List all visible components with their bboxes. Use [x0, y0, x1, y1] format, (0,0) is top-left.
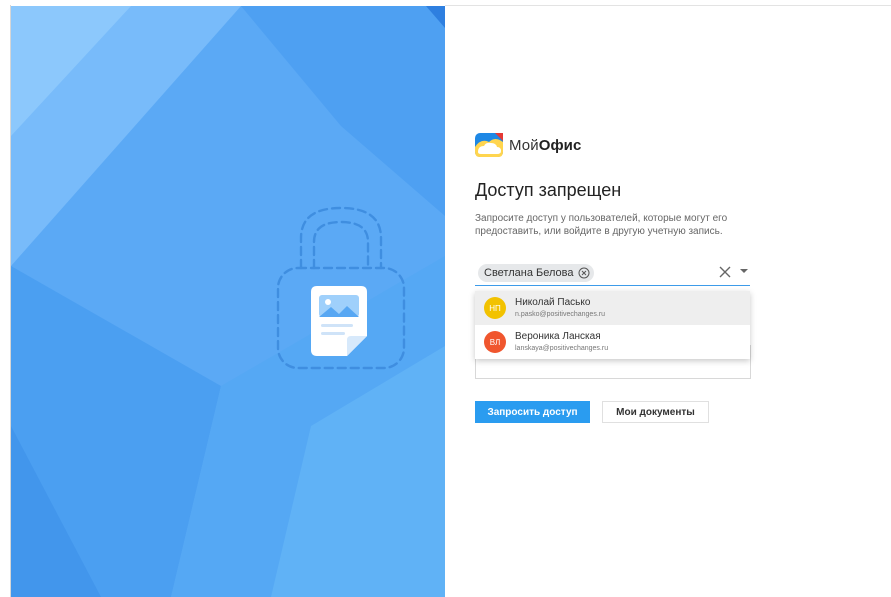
- my-documents-button[interactable]: Мои документы: [602, 401, 709, 423]
- hero-background: [11, 6, 445, 597]
- caret-down-icon[interactable]: [740, 267, 748, 275]
- recipient-chip[interactable]: Светлана Белова: [478, 264, 595, 282]
- avatar: НП: [484, 297, 506, 319]
- recipient-chip-label: Светлана Белова: [484, 267, 574, 279]
- brand-name: МойОфис: [509, 136, 582, 154]
- suggestion-email: lanskaya@positivechanges.ru: [515, 344, 609, 352]
- page-title: Доступ запрещен: [475, 180, 622, 200]
- suggestion-item[interactable]: НП Николай Пасько n.pasko@positivechange…: [475, 291, 750, 325]
- suggestion-email: n.pasko@positivechanges.ru: [515, 310, 605, 318]
- suggestion-text: Вероника Ланская lanskaya@positivechange…: [515, 331, 608, 354]
- login-window: МойОфис Доступ запрещен Запросите доступ…: [0, 0, 891, 597]
- hero-illustration-panel: [11, 6, 445, 597]
- request-access-button[interactable]: Запросить доступ: [475, 401, 590, 423]
- chip-remove-icon[interactable]: [578, 267, 590, 279]
- myoffice-logo-icon: [475, 133, 503, 157]
- suggestion-item[interactable]: ВЛ Вероника Ланская lanskaya@positivecha…: [475, 325, 750, 359]
- suggestion-text: Николай Пасько n.pasko@positivechanges.r…: [515, 297, 605, 320]
- avatar: ВЛ: [484, 331, 506, 353]
- brand-logo: МойОфис: [475, 133, 581, 157]
- suggestion-name: Николай Пасько: [515, 296, 591, 308]
- recipient-input[interactable]: Светлана Белова: [475, 262, 750, 286]
- page-description: Запросите доступ у пользователей, которы…: [475, 213, 728, 237]
- suggestions-dropdown: НП Николай Пасько n.pasko@positivechange…: [475, 291, 750, 359]
- close-icon[interactable]: [718, 265, 732, 279]
- suggestion-name: Вероника Ланская: [515, 330, 601, 342]
